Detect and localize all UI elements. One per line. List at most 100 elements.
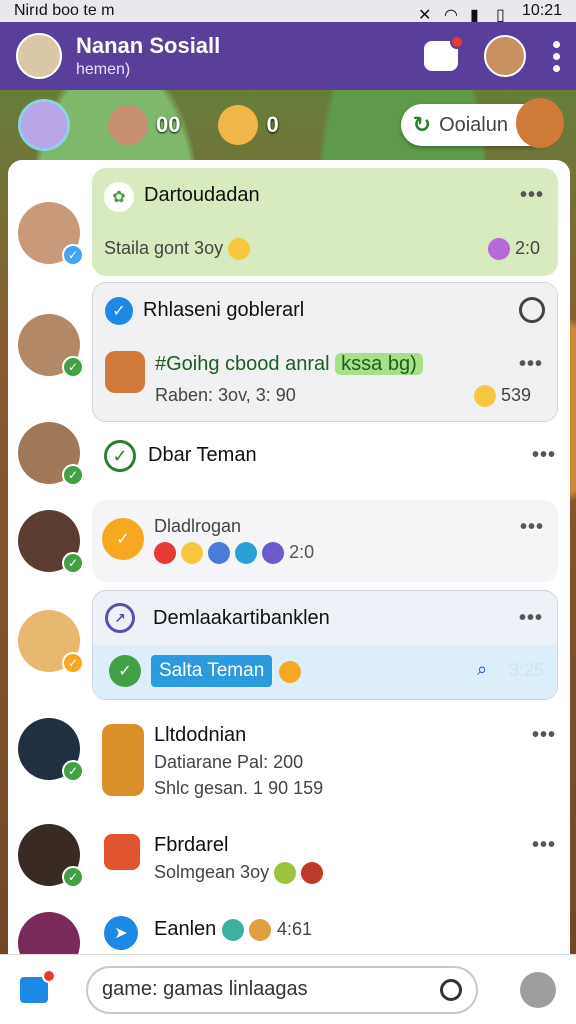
search-input[interactable]: game: gamas linlaagas [86, 965, 478, 1014]
home-icon[interactable] [20, 968, 56, 1003]
avatar [18, 912, 80, 960]
check-icon: ✓ [109, 655, 141, 687]
notification-dot [450, 35, 464, 49]
player-score: 00 [108, 105, 180, 145]
app-bar: Nanan Sosiall hemen) [0, 22, 576, 90]
row-subtitle: Staila gont 3oy [104, 238, 251, 261]
activity-card[interactable]: ✓ Dladlrogan ••• 2:0 [92, 500, 558, 582]
status-bar: Nirıd boo te m ✕ ◠ ▮ ▯ 10:21 [0, 0, 576, 24]
bear-icon [249, 918, 272, 941]
avatar: ✓ [18, 202, 84, 266]
carrier-text: Nirıd boo te m [14, 2, 115, 19]
paw-icon [279, 661, 301, 683]
verified-badge-icon: ✓ [62, 356, 84, 378]
notification-dot [42, 968, 56, 983]
friends-panel: ✓ ✿ Dartoudadan ••• Staila gont 3oy 2:0 … [8, 160, 570, 960]
online-pill-label: Ooialun [439, 113, 508, 136]
angry-icon [154, 542, 176, 565]
search-icon[interactable] [519, 297, 545, 323]
row-title: Fbrdarel [154, 834, 229, 856]
highlight-tag: kssa bg) [335, 353, 423, 375]
avatar: ✓ [18, 422, 84, 486]
row-title: Lltdodnian [154, 724, 247, 746]
action-strip: ✓ Salta Teman ⌕ 3:25 [93, 645, 557, 699]
avatar: ✓ [18, 314, 84, 378]
more-button[interactable]: ••• [519, 353, 543, 376]
list-item[interactable]: ➤ Eanlen 4:61 [8, 906, 570, 960]
pet-score: 0 [218, 105, 279, 145]
alien-icon [221, 918, 244, 941]
row-subtitle: Solmgean 3oy [154, 862, 324, 885]
verified-badge-icon: ✓ [62, 552, 84, 574]
row-meta: 539 [473, 385, 531, 408]
bottom-bar: game: gamas linlaagas [0, 954, 576, 1024]
potion-icon [301, 862, 324, 885]
clock: 10:21 [521, 2, 562, 19]
my-avatar[interactable] [16, 33, 62, 79]
fox-icon [516, 98, 564, 148]
send-icon: ➤ [104, 916, 138, 950]
gem-icon [104, 834, 140, 870]
creature-icon [262, 542, 285, 565]
verified-badge-icon: ✓ [62, 866, 84, 888]
player-avatar [108, 105, 148, 145]
wifi-icon: ◠ [443, 7, 458, 24]
row-meta: 4:61 [276, 919, 313, 939]
smile-icon [228, 238, 251, 261]
pet-score-value: 0 [266, 112, 279, 137]
battery-icon: ▯ [495, 7, 505, 24]
more-button[interactable]: ••• [532, 834, 556, 857]
messages-icon[interactable] [424, 35, 464, 71]
avatar: ✓ [18, 718, 84, 782]
smile-icon [473, 385, 496, 408]
more-button[interactable]: ••• [520, 516, 544, 539]
more-button[interactable]: ••• [519, 607, 543, 630]
avatar: ✓ [18, 610, 84, 674]
list-item[interactable]: ✓ ✓ Rhlaseni goblerarl #Goihg cbood anra… [8, 282, 570, 424]
badge-gear-icon: ✓ [102, 518, 144, 560]
more-button[interactable]: ••• [532, 444, 556, 467]
reactions: 2:0 [154, 542, 314, 565]
game-hud: 00 0 ↻ Ooialun [0, 96, 576, 154]
row-title: Eanlen 4:61 [154, 918, 313, 941]
add-friend-button[interactable]: Salta Teman [151, 655, 273, 687]
verified-badge-icon: ✓ [62, 244, 84, 266]
row-subtitle: Raben: 3ov, 3: 90 [155, 385, 296, 405]
verified-badge-icon: ✓ [62, 652, 84, 674]
list-item[interactable]: ✓ Lltdodnian ••• Datiarane Pal: 200 Shlc… [8, 712, 570, 816]
row-post: #Goihg cbood anral kssa bg) [155, 353, 423, 376]
activity-card[interactable]: ✓ Rhlaseni goblerarl #Goihg cbood anral … [92, 282, 558, 422]
player-score-value: 00 [156, 112, 181, 137]
more-button[interactable]: ••• [520, 184, 544, 207]
list-item[interactable]: ✓ ↗ Demlaakartibanklen ••• ✓ Salta Teman… [8, 590, 570, 702]
list-item[interactable]: ✓ ✓ Dbar Teman ••• [8, 416, 570, 496]
search-icon[interactable]: ⌕ [477, 659, 487, 680]
sword-icon [208, 542, 231, 565]
hamster-icon [218, 105, 259, 145]
avatar: ✓ [18, 510, 84, 574]
mute-icon: ✕ [417, 7, 432, 24]
compass-icon: ↗ [105, 603, 135, 633]
more-button[interactable]: ••• [532, 724, 556, 747]
octopus-icon [487, 238, 510, 261]
app-title: Nanan Sosiall [76, 33, 221, 58]
list-item[interactable]: ✓ Fbrdarel ••• Solmgean 3oy [8, 820, 570, 904]
search-text: game: gamas linlaagas [102, 978, 308, 1000]
search-icon[interactable] [440, 978, 462, 1001]
verified-badge-icon: ✓ [62, 760, 84, 782]
activity-card[interactable]: ✿ Dartoudadan ••• Staila gont 3oy 2:0 [92, 168, 558, 276]
friend-avatar[interactable] [484, 35, 526, 77]
online-pill[interactable]: ↻ Ooialun [400, 98, 564, 148]
list-item[interactable]: ✓ ✿ Dartoudadan ••• Staila gont 3oy 2:0 [8, 168, 570, 280]
check-icon: ✓ [105, 297, 133, 325]
check-circle-icon: ✓ [104, 440, 136, 472]
row-meta: 3:25 [509, 660, 545, 680]
signal-icon: ▮ [469, 7, 479, 24]
more-menu-icon[interactable] [552, 40, 560, 72]
row-detail: Datiarane Pal: 200 [154, 752, 304, 772]
list-item[interactable]: ✓ ✓ Dladlrogan ••• 2:0 [8, 500, 570, 584]
row-meta: 2:0 [487, 238, 540, 261]
row-title: Demlaakartibanklen [153, 607, 330, 629]
activity-card[interactable]: ↗ Demlaakartibanklen ••• ✓ Salta Teman ⌕… [92, 590, 558, 700]
profile-icon[interactable] [520, 971, 556, 1008]
